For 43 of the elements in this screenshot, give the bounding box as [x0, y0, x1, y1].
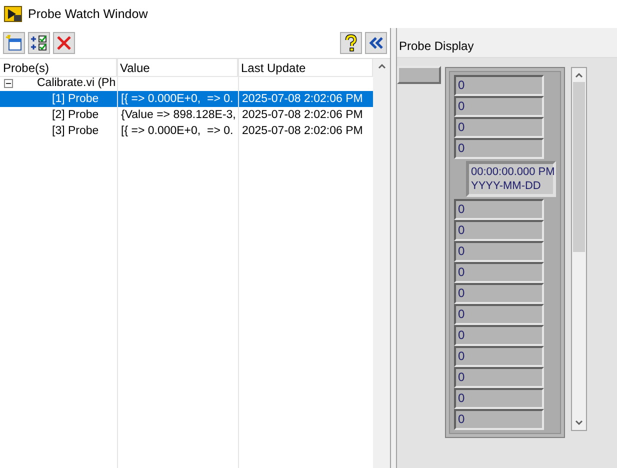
table-cell-text: [{ => 0.000E+0, => 0.	[120, 124, 234, 139]
tree-row[interactable]: [2] Probe	[0, 107, 117, 123]
scroll-down-icon[interactable]	[574, 419, 584, 427]
numeric-indicator: 0	[454, 409, 544, 430]
close-button[interactable]	[53, 32, 75, 54]
numeric-indicator: 0	[454, 325, 544, 346]
numeric-indicator: 0	[454, 283, 544, 304]
numeric-indicator: 0	[454, 262, 544, 283]
scrollbar[interactable]	[571, 67, 587, 431]
table-cell-text: 2025-07-08 2:02:06 PM	[241, 108, 364, 123]
tree-row[interactable]: [3] Probe	[0, 123, 117, 139]
table-cell-text: 2025-07-08 2:02:06 PM	[241, 124, 364, 139]
numeric-indicator: 0	[454, 367, 544, 388]
numeric-indicator: 0	[454, 241, 544, 262]
tree-row[interactable]: [1] Probe	[0, 91, 117, 107]
double-chevron-icon	[368, 36, 384, 50]
numeric-indicator: 0	[454, 138, 544, 159]
numeric-indicator: 0	[454, 96, 544, 117]
collapse-button[interactable]	[365, 32, 387, 54]
numeric-indicator: 0	[454, 388, 544, 409]
numeric-indicator: 0	[454, 75, 544, 96]
date-text: YYYY-MM-DD	[471, 179, 542, 193]
column-header[interactable]: Value	[117, 59, 238, 77]
table-cell-text: {Value => 898.128E-3,	[120, 108, 237, 123]
numeric-indicator: 0	[454, 220, 544, 241]
app-icon	[4, 6, 22, 22]
column-header[interactable]: Probe(s)	[0, 59, 117, 77]
scroll-up-icon[interactable]	[574, 71, 584, 79]
scrollbar[interactable]	[373, 59, 390, 468]
add-checkbox-button[interactable]	[28, 32, 50, 54]
window-title: Probe Watch Window	[28, 6, 148, 23]
numeric-indicator: 0	[454, 346, 544, 367]
numeric-indicator: 0	[454, 117, 544, 138]
table-cell: 2025-07-08 2:02:06 PM	[238, 91, 373, 107]
help-button[interactable]	[340, 32, 362, 54]
collapse-icon[interactable]	[4, 78, 13, 88]
column-header[interactable]: Last Update	[238, 59, 373, 77]
table-cell: [{ => 0.000E+0, => 0.	[117, 91, 238, 107]
scroll-up-icon[interactable]	[376, 62, 386, 70]
numeric-indicator: 0	[454, 199, 544, 220]
tree-label: Calibrate.vi (Ph	[37, 76, 116, 91]
numeric-indicator: 0	[454, 304, 544, 325]
new-window-button[interactable]	[3, 32, 25, 54]
